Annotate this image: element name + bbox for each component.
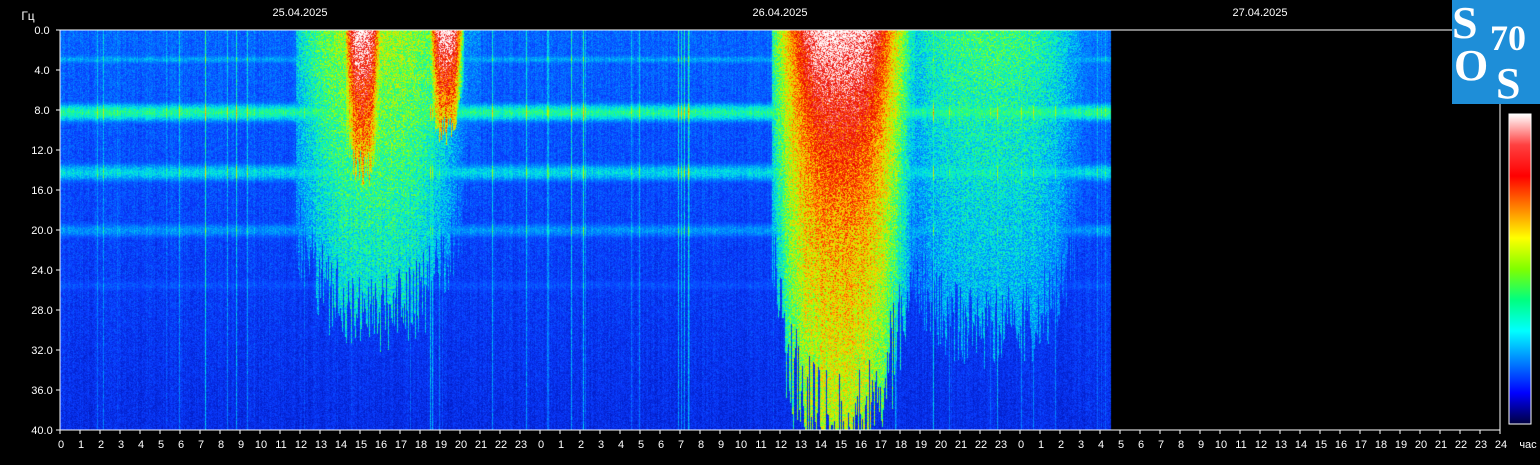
spectrogram-heatmap bbox=[60, 30, 1500, 430]
x-tick-label: 2 bbox=[578, 439, 584, 451]
x-tick-label: 12 bbox=[295, 439, 307, 451]
x-tick-label: 9 bbox=[238, 439, 244, 451]
x-tick-label: 5 bbox=[158, 439, 164, 451]
x-tick-label: 14 bbox=[1295, 439, 1307, 451]
x-tick-label: 21 bbox=[475, 439, 487, 451]
x-tick-label: 20 bbox=[935, 439, 947, 451]
y-tick-label: 0.0 bbox=[34, 25, 49, 37]
x-tick-label: 15 bbox=[355, 439, 367, 451]
x-tick-label: 0 bbox=[538, 439, 544, 451]
x-tick-label: 23 bbox=[1475, 439, 1487, 451]
y-tick-label: 20.0 bbox=[31, 225, 52, 237]
y-tick-label: 4.0 bbox=[34, 65, 49, 77]
x-tick-label: 1 bbox=[558, 439, 564, 451]
x-tick-label: 12 bbox=[1255, 439, 1267, 451]
x-tick-label: 22 bbox=[975, 439, 987, 451]
y-unit-label: Гц bbox=[21, 9, 34, 23]
x-tick-label: 3 bbox=[1078, 439, 1084, 451]
x-tick-label: 8 bbox=[218, 439, 224, 451]
colorbar bbox=[1508, 113, 1532, 425]
x-tick-label: 18 bbox=[895, 439, 907, 451]
logo-letter-o: O bbox=[1454, 41, 1488, 90]
x-tick-label: 22 bbox=[1455, 439, 1467, 451]
x-tick-label: 19 bbox=[915, 439, 927, 451]
x-tick-label: 8 bbox=[698, 439, 704, 451]
x-tick-label: 7 bbox=[678, 439, 684, 451]
spectrogram-chart: Гц час 0.0 4.0 8.0 12.0 16.0 20.0 24.0 28.0 32.0… bbox=[0, 0, 1540, 460]
x-tick-label: 21 bbox=[1435, 439, 1447, 451]
x-tick-label: 20 bbox=[1415, 439, 1427, 451]
x-tick-label: 1 bbox=[1038, 439, 1044, 451]
y-tick-label: 12.0 bbox=[31, 145, 52, 157]
x-tick-label: 4 bbox=[1098, 439, 1104, 451]
x-tick-label: 16 bbox=[1335, 439, 1347, 451]
x-tick-label: 20 bbox=[455, 439, 467, 451]
x-tick-label: 6 bbox=[1138, 439, 1144, 451]
x-tick-label: 11 bbox=[275, 439, 286, 451]
x-tick-label: 19 bbox=[435, 439, 447, 451]
x-tick-label: 7 bbox=[1158, 439, 1164, 451]
date-label: 25.04.2025 bbox=[272, 7, 327, 19]
x-tick-label: 11 bbox=[755, 439, 766, 451]
x-tick-label: 11 bbox=[1235, 439, 1246, 451]
x-tick-label: 4 bbox=[618, 439, 624, 451]
logo-number: 70 bbox=[1490, 18, 1526, 58]
x-tick-label: 17 bbox=[395, 439, 407, 451]
x-tick-label: 8 bbox=[1178, 439, 1184, 451]
x-tick-label: 2 bbox=[98, 439, 104, 451]
x-tick-label: 0 bbox=[58, 439, 64, 451]
x-tick-label: 10 bbox=[1215, 439, 1227, 451]
x-tick-label: 17 bbox=[1355, 439, 1367, 451]
sos70-logo: S O S 70 bbox=[1452, 0, 1540, 108]
x-unit-label: час bbox=[1519, 439, 1537, 451]
x-tick-label: 9 bbox=[718, 439, 724, 451]
y-tick-label: 28.0 bbox=[31, 305, 52, 317]
x-tick-label: 23 bbox=[995, 439, 1007, 451]
x-tick-label: 2 bbox=[1058, 439, 1064, 451]
y-tick-label: 40.0 bbox=[31, 425, 52, 437]
date-label: 26.04.2025 bbox=[752, 7, 807, 19]
x-tick-label: 0 bbox=[1018, 439, 1024, 451]
date-label: 27.04.2025 bbox=[1232, 7, 1287, 19]
y-tick-label: 8.0 bbox=[34, 105, 49, 117]
logo-letter-s-bottom: S bbox=[1496, 59, 1520, 108]
x-tick-label: 5 bbox=[638, 439, 644, 451]
y-tick-label: 36.0 bbox=[31, 385, 52, 397]
x-tick-label: 19 bbox=[1395, 439, 1407, 451]
x-tick-label: 23 bbox=[515, 439, 527, 451]
x-tick-label: 7 bbox=[198, 439, 204, 451]
x-tick-label: 13 bbox=[795, 439, 807, 451]
x-tick-label: 13 bbox=[1275, 439, 1287, 451]
x-tick-label: 16 bbox=[855, 439, 867, 451]
x-tick-label: 15 bbox=[1315, 439, 1327, 451]
x-tick-label: 9 bbox=[1198, 439, 1204, 451]
x-tick-label: 24 bbox=[1495, 439, 1507, 451]
x-tick-label: 16 bbox=[375, 439, 387, 451]
x-tick-label: 10 bbox=[255, 439, 267, 451]
y-tick-label: 16.0 bbox=[31, 185, 52, 197]
x-tick-label: 22 bbox=[495, 439, 507, 451]
x-tick-label: 1 bbox=[78, 439, 84, 451]
x-tick-label: 4 bbox=[138, 439, 144, 451]
x-tick-label: 14 bbox=[335, 439, 347, 451]
x-tick-label: 6 bbox=[178, 439, 184, 451]
x-tick-label: 21 bbox=[955, 439, 967, 451]
x-tick-label: 12 bbox=[775, 439, 787, 451]
x-tick-label: 17 bbox=[875, 439, 887, 451]
x-tick-label: 13 bbox=[315, 439, 327, 451]
x-tick-label: 6 bbox=[658, 439, 664, 451]
chart-svg: Гц час 0.0 4.0 8.0 12.0 16.0 20.0 24.0 28.0 32.0… bbox=[0, 0, 1540, 460]
x-tick-label: 5 bbox=[1118, 439, 1124, 451]
x-tick-label: 3 bbox=[118, 439, 124, 451]
x-tick-label: 3 bbox=[598, 439, 604, 451]
x-tick-label: 15 bbox=[835, 439, 847, 451]
x-tick-label: 14 bbox=[815, 439, 827, 451]
x-tick-label: 18 bbox=[1375, 439, 1387, 451]
y-tick-label: 32.0 bbox=[31, 345, 52, 357]
x-tick-label: 10 bbox=[735, 439, 747, 451]
x-tick-label: 18 bbox=[415, 439, 427, 451]
y-tick-label: 24.0 bbox=[31, 265, 52, 277]
